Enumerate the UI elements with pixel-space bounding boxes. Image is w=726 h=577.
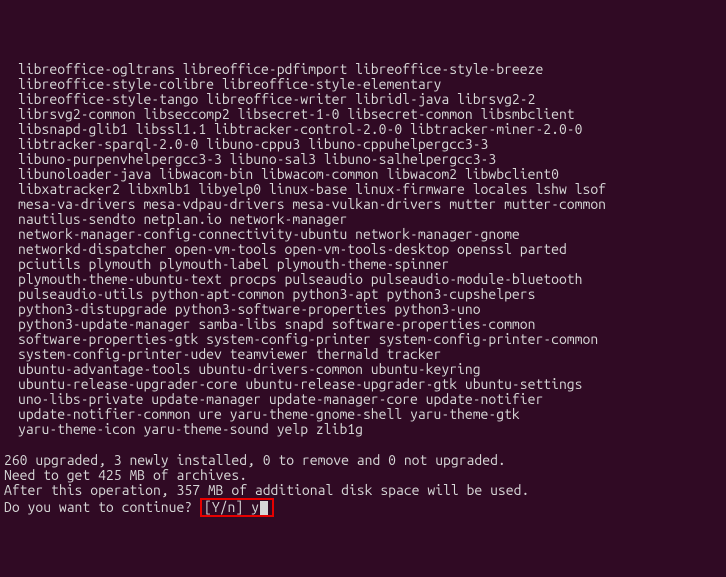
package-list: libreoffice-ogltrans libreoffice-pdfimpo…: [4, 62, 722, 437]
prompt-question: Do you want to continue?: [4, 499, 192, 515]
continue-prompt: Do you want to continue? [Y/n] y: [4, 498, 274, 517]
cursor-icon: [260, 501, 268, 515]
prompt-input-highlight[interactable]: [Y/n] y: [200, 498, 274, 517]
user-input[interactable]: y: [251, 499, 259, 515]
upgrade-summary: 260 upgraded, 3 newly installed, 0 to re…: [4, 453, 722, 498]
prompt-options: [Y/n]: [204, 499, 243, 515]
